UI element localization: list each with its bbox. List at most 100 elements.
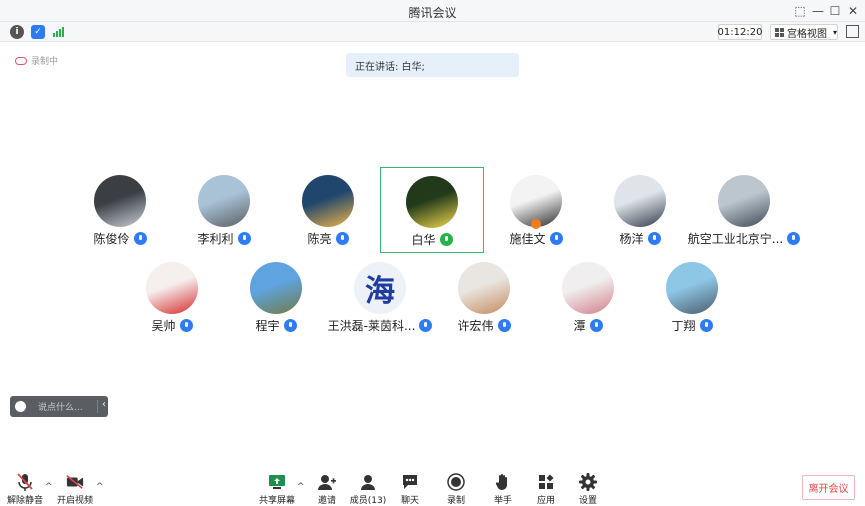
participant-name-row: 潭	[536, 317, 640, 334]
participant-name-row: 李利利	[172, 230, 276, 247]
mic-icon	[699, 319, 713, 332]
participant-name: 白华	[411, 233, 436, 247]
settings-label: 设置	[578, 496, 597, 506]
participant-name: 李利利	[197, 232, 234, 246]
invite-label: 邀请	[317, 496, 336, 506]
invite-icon	[318, 473, 336, 491]
mic-icon	[179, 319, 193, 332]
participant-name-row: 陈亮	[276, 230, 380, 247]
leave-meeting-button[interactable]: 离开会议	[802, 475, 855, 500]
divider	[97, 400, 98, 413]
raise-hand-button[interactable]: 举手	[481, 468, 525, 506]
participant-tile[interactable]: 程宇	[224, 254, 328, 340]
participant-tile[interactable]: 杨洋	[588, 167, 692, 253]
participant-name: 吴帅	[151, 319, 176, 333]
participant-name: 施佳文	[509, 232, 546, 246]
mic-icon	[497, 319, 511, 332]
participant-name-row: 航空工业北京宁...	[688, 230, 801, 247]
maximize-button[interactable]: ☐	[826, 3, 844, 19]
camera-off-icon	[66, 473, 84, 491]
participant-tile[interactable]: 潭	[536, 254, 640, 340]
signal-icon[interactable]	[52, 25, 66, 39]
meeting-timer: 01:12:20	[718, 24, 762, 40]
avatar	[562, 262, 614, 314]
share-screen-label: 共享屏幕	[258, 496, 295, 506]
participant-name: 杨洋	[619, 232, 644, 246]
avatar	[666, 262, 718, 314]
mic-icon	[237, 232, 251, 245]
participant-tile[interactable]: 陈俊伶	[68, 167, 172, 253]
participant-name: 许宏伟	[457, 319, 494, 333]
record-label: 录制	[446, 496, 465, 506]
chevron-down-icon: ▾	[832, 27, 837, 37]
record-button[interactable]: 录制	[434, 468, 478, 506]
shield-icon[interactable]: ✓	[31, 25, 45, 39]
participant-name-row: 许宏伟	[432, 317, 536, 334]
collapse-icon[interactable]: ‹	[102, 399, 106, 410]
fullscreen-icon[interactable]	[846, 25, 859, 38]
participant-name: 程宇	[255, 319, 280, 333]
avatar	[614, 175, 666, 227]
start-video-label: 开启视频	[56, 496, 93, 506]
mic-icon	[283, 319, 297, 332]
start-video-button[interactable]: 开启视频	[53, 468, 97, 506]
participant-tile[interactable]: 海王洪磊-莱茵科...	[327, 254, 433, 340]
members-label: 成员(13)	[349, 496, 387, 506]
participant-tile[interactable]: 丁翔	[640, 254, 744, 340]
info-icon[interactable]: i	[10, 25, 24, 39]
avatar-glyph: 海	[365, 274, 395, 309]
participant-tile[interactable]: 吴帅	[120, 254, 224, 340]
mic-icon	[549, 232, 563, 245]
participant-tile[interactable]: 白华	[380, 167, 484, 253]
unmute-button[interactable]: 解除静音	[3, 468, 47, 506]
participant-tile[interactable]: 施佳文	[484, 167, 588, 253]
participant-name-row: 吴帅	[120, 317, 224, 334]
members-icon	[359, 473, 377, 491]
share-options-caret[interactable]: ^	[297, 482, 305, 492]
emoji-icon[interactable]	[15, 401, 26, 412]
avatar	[250, 262, 302, 314]
apps-icon	[537, 473, 555, 491]
participant-tile[interactable]: 航空工业北京宁...	[688, 167, 801, 253]
mic-muted-icon	[16, 473, 34, 491]
participant-tile[interactable]: 李利利	[172, 167, 276, 253]
avatar	[94, 175, 146, 227]
avatar	[458, 262, 510, 314]
mic-icon	[647, 232, 661, 245]
chat-button[interactable]: 聊天	[388, 468, 432, 506]
participant-name-row: 陈俊伶	[68, 230, 172, 247]
close-button[interactable]: ✕	[844, 3, 862, 19]
mic-icon	[439, 233, 453, 246]
raise-hand-label: 举手	[493, 496, 512, 506]
participant-name: 潭	[573, 319, 586, 333]
participant-name: 航空工业北京宁...	[687, 232, 784, 246]
grid-icon	[775, 27, 784, 37]
cloud-icon	[15, 56, 27, 65]
avatar: 海	[354, 262, 406, 314]
window-title: 腾讯会议	[408, 6, 457, 20]
minimize-button[interactable]: —	[809, 3, 827, 19]
members-button[interactable]: 成员(13)	[346, 468, 390, 506]
view-mode-dropdown[interactable]: 宫格视图 ▾	[770, 24, 838, 40]
apps-button[interactable]: 应用	[524, 468, 568, 506]
participant-name-row: 程宇	[224, 317, 328, 334]
host-badge-icon	[531, 219, 541, 229]
participant-name: 王洪磊-莱茵科...	[327, 319, 416, 333]
invite-button[interactable]: 邀请	[305, 468, 349, 506]
mic-icon	[419, 319, 433, 332]
participant-tile[interactable]: 许宏伟	[432, 254, 536, 340]
gear-icon	[579, 473, 597, 491]
pin-icon[interactable]: ⬚	[791, 3, 809, 19]
share-screen-button[interactable]: 共享屏幕	[255, 468, 299, 506]
video-options-caret[interactable]: ^	[96, 482, 104, 492]
mic-icon	[589, 319, 603, 332]
participant-tile[interactable]: 陈亮	[276, 167, 380, 253]
recording-label: 录制中	[31, 57, 59, 67]
participant-name-row: 丁翔	[640, 317, 744, 334]
participant-name-row: 王洪磊-莱茵科...	[327, 317, 433, 334]
audio-options-caret[interactable]: ^	[45, 482, 53, 492]
chat-input[interactable]: 说点什么... ‹	[10, 396, 108, 417]
bottom-toolbar: 解除静音 ^ 开启视频 ^ 共享屏幕 ^ 邀请 成员(13) 聊天 录制 举手 …	[0, 468, 865, 506]
settings-button[interactable]: 设置	[566, 468, 610, 506]
unmute-label: 解除静音	[6, 496, 43, 506]
